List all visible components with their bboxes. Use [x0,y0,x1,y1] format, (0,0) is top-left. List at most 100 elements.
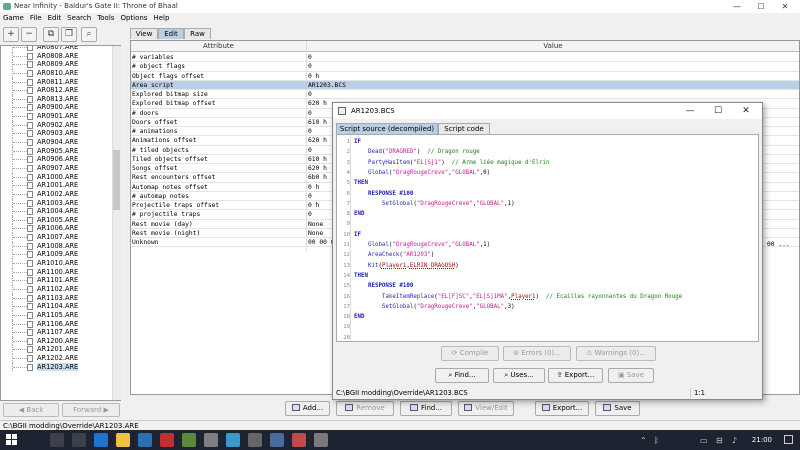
dialog-save-button[interactable]: ▣ Save [608,368,654,383]
tree-item[interactable]: AR1005.ARE [1,215,113,225]
export-button[interactable]: Export... [535,401,589,416]
find-button[interactable]: Find... [400,401,452,416]
dialog-maximize-button[interactable]: ☐ [705,104,731,118]
tree-item[interactable]: AR1106.ARE [1,319,113,329]
menu-tools[interactable]: Tools [94,13,117,24]
taskbar-app-icon[interactable] [182,433,196,447]
remove-button[interactable]: Remove [336,401,394,416]
taskbar-app-icon[interactable] [248,433,262,447]
script-editor[interactable]: 1 2 3 4 5 6 7 8 9 10 11 12 13 14 15 16 17 18 19 20 IF Dead(… [336,134,759,342]
dialog-export-button[interactable]: ⇪ Export... [548,368,603,383]
tab-edit[interactable]: Edit [158,28,184,39]
tree-item[interactable]: AR0809.ARE [1,60,113,69]
taskbar-app-icon[interactable] [160,433,174,447]
tree-item[interactable]: AR0905.ARE [1,146,113,156]
tree-item[interactable]: AR1004.ARE [1,207,113,216]
dialog-close-button[interactable]: ✕ [733,104,759,118]
tree-item[interactable]: AR1100.ARE [1,267,113,277]
tree-item[interactable]: AR1201.ARE [1,345,113,355]
tree-item[interactable]: AR0812.ARE [1,86,113,95]
taskbar-app-icon[interactable] [204,433,218,447]
volume-icon[interactable]: ♪ [732,436,737,445]
tree-item[interactable]: AR1101.ARE [1,276,113,285]
tree-item[interactable]: AR0807.ARE [1,46,113,52]
tree-item[interactable]: AR1105.ARE [1,310,113,320]
copy-icon[interactable]: ⧉ [43,27,59,42]
search-icon[interactable]: ⌕ [81,27,97,42]
taskbar-app-icon[interactable] [72,433,86,447]
attribute-column-header[interactable]: Attribute [131,41,307,52]
tree-item[interactable]: AR1104.ARE [1,302,113,311]
tree-item[interactable]: AR1103.ARE [1,293,113,303]
table-row[interactable]: Object flags offset 0 h [131,72,799,81]
menu-search[interactable]: Search [64,13,94,24]
menu-game[interactable]: Game [0,13,27,24]
tree-item[interactable]: AR0808.ARE [1,51,113,61]
tree-item[interactable]: AR1006.ARE [1,224,113,234]
dialog-find-button[interactable]: ⌕ Find... [435,368,489,383]
new-window-icon[interactable]: ❐ [61,27,77,42]
tree-item[interactable]: AR1002.ARE [1,189,113,199]
windows-start-icon[interactable] [6,434,18,446]
tree-item[interactable]: AR0906.ARE [1,155,113,164]
clock[interactable]: 21:00 [752,436,772,444]
taskbar-app-icon[interactable] [116,433,130,447]
menu-edit[interactable]: Edit [45,13,65,24]
add-button[interactable]: Add... [285,401,330,416]
taskbar-app-icon[interactable] [138,433,152,447]
tree-scroll-thumb[interactable] [113,150,120,210]
errors-button[interactable]: ⊘ Errors (0)... [503,346,571,361]
tree-item[interactable]: AR0907.ARE [1,163,113,173]
view-edit-button[interactable]: View/Edit [458,401,514,416]
taskbar-app-icon[interactable] [94,433,108,447]
tree-item[interactable]: AR0813.ARE [1,94,113,104]
menu-options[interactable]: Options [117,13,150,24]
tree-item[interactable]: AR1001.ARE [1,181,113,190]
dialog-minimize-button[interactable]: — [677,104,703,118]
table-row[interactable]: Explored bitmap size 0 [131,90,799,100]
tree-item[interactable]: AR1107.ARE [1,328,113,337]
compile-button[interactable]: ⟳ Compile [441,346,499,361]
taskbar-app-icon[interactable] [226,433,240,447]
tree-item[interactable]: AR0903.ARE [1,129,113,139]
tree-item[interactable]: AR1003.ARE [1,198,113,208]
tree-item[interactable]: AR1200.ARE [1,336,113,346]
forward-button[interactable]: Forward ▶ [62,403,120,417]
tree-item[interactable]: AR1000.ARE [1,172,113,182]
tree-scrollbar[interactable] [112,46,121,400]
tree-item[interactable]: AR0902.ARE [1,120,113,130]
collapse-icon[interactable]: − [21,27,37,42]
save-button[interactable]: Save [595,401,640,416]
close-button[interactable]: ✕ [774,0,796,13]
notifications-icon[interactable] [784,435,793,444]
tree-item[interactable]: AR0811.ARE [1,77,113,87]
tree-item[interactable]: AR1102.ARE [1,284,113,294]
table-row[interactable]: Area script AR1203.BCS [131,80,799,90]
resource-tree[interactable]: AR0807.ARE AR0808.ARE AR0809.ARE AR0810.ARE… [0,45,121,401]
display-icon[interactable]: ▭ [700,436,708,445]
tree-item[interactable]: AR0901.ARE [1,112,113,121]
value-column-header[interactable]: Value [307,41,799,52]
network-icon[interactable]: ⊟ [716,436,723,445]
tree-item[interactable]: AR1007.ARE [1,233,113,242]
tray-arrow-icon[interactable]: ⌃ [640,436,647,445]
taskbar-app-icon[interactable] [314,433,328,447]
minimize-button[interactable]: — [726,0,748,13]
tab-script-code[interactable]: Script code [438,123,490,134]
tab-raw[interactable]: Raw [184,28,211,39]
taskbar-app-icon[interactable] [50,433,64,447]
table-row[interactable]: # variables 0 [131,53,799,63]
tree-item[interactable]: AR1010.ARE [1,259,113,268]
tree-item[interactable]: AR0810.ARE [1,68,113,78]
menu-file[interactable]: File [27,13,45,24]
tree-item[interactable]: AR1009.ARE [1,250,113,260]
taskbar-app-icon[interactable] [292,433,306,447]
tree-item[interactable]: AR0904.ARE [1,138,113,147]
tree-item[interactable]: AR1202.ARE [1,354,113,363]
dialog-uses-button[interactable]: ⌕ Uses... [493,368,545,383]
back-button[interactable]: ◀ Back [3,403,59,417]
tree-item[interactable]: AR1203.ARE [1,362,113,372]
menu-help[interactable]: Help [150,13,172,24]
table-row[interactable]: # object flags 0 [131,62,799,72]
tab-script-source[interactable]: Script source (decompiled) [336,123,438,134]
